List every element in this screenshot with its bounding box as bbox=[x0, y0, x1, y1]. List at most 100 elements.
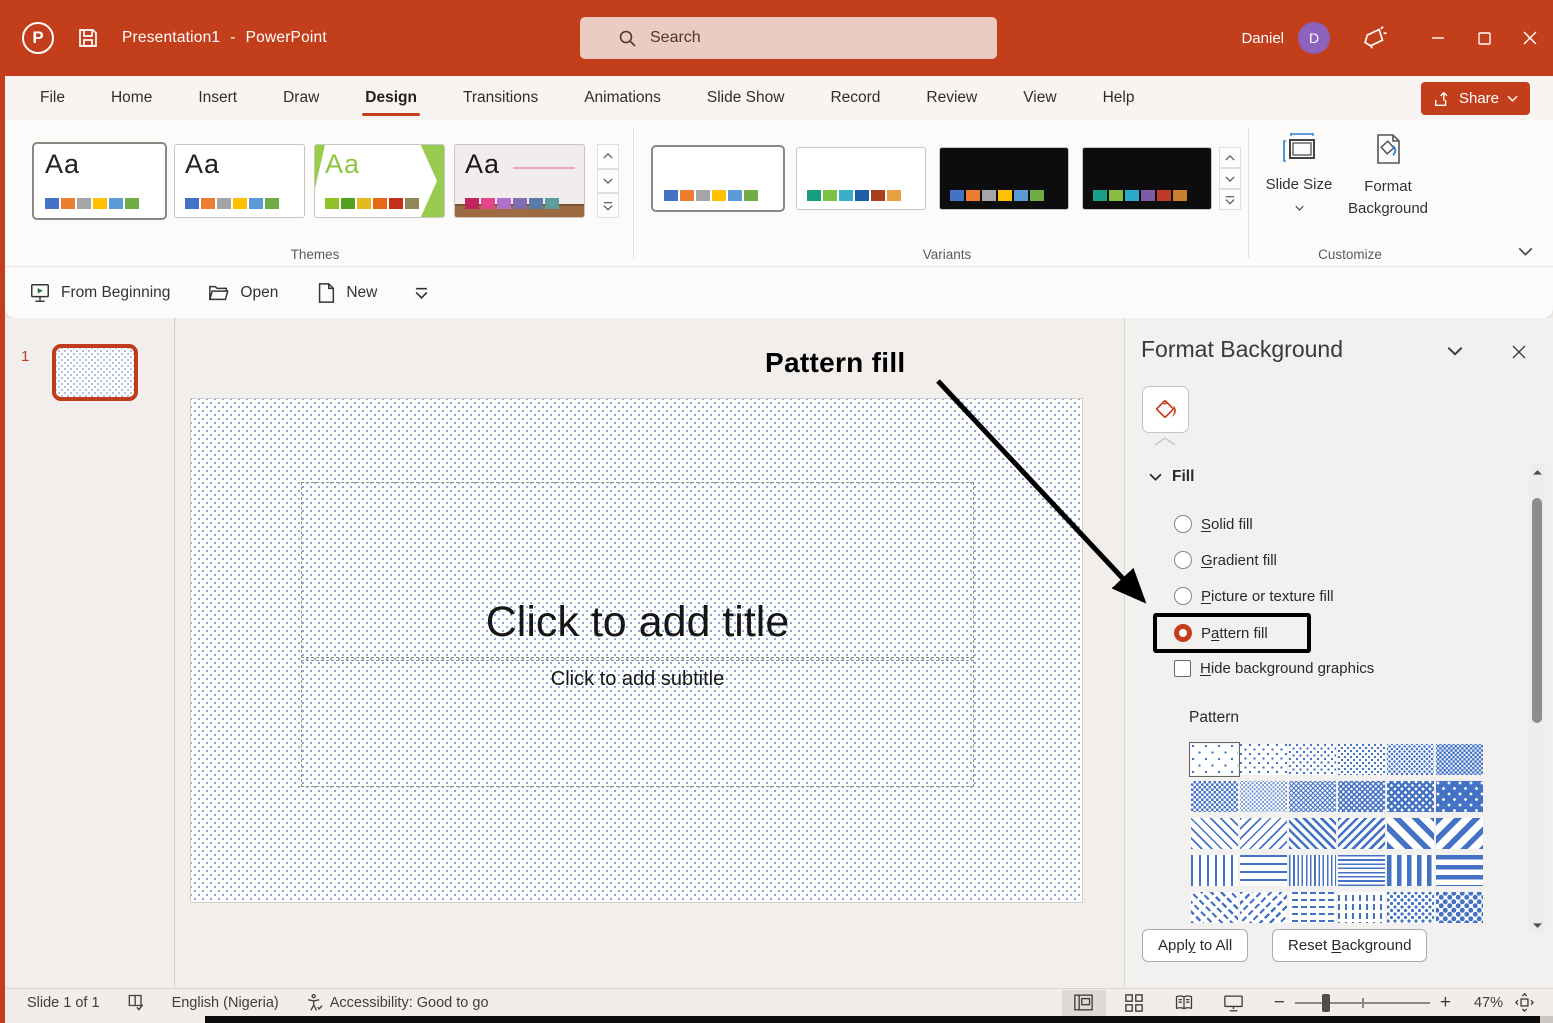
reset-background-button[interactable]: Reset Background bbox=[1272, 929, 1427, 962]
pattern-swatch-80-[interactable] bbox=[1387, 781, 1434, 812]
pattern-swatch-50-[interactable] bbox=[1191, 781, 1238, 812]
pattern-swatch-70-[interactable] bbox=[1289, 781, 1336, 812]
from-beginning-button[interactable]: From Beginning bbox=[29, 282, 170, 304]
share-button[interactable]: Share bbox=[1421, 82, 1530, 115]
format-background-button[interactable]: Format Background bbox=[1337, 132, 1439, 220]
variant-thumbnail-1[interactable] bbox=[653, 147, 783, 210]
accessibility-status[interactable]: Accessibility: Good to go bbox=[305, 993, 489, 1012]
theme-thumbnail-1[interactable]: Aa bbox=[34, 144, 165, 218]
pattern-swatch-light-upward-diagonal[interactable] bbox=[1240, 818, 1287, 849]
tab-help[interactable]: Help bbox=[1080, 76, 1158, 120]
variant-thumbnail-3[interactable] bbox=[939, 147, 1069, 210]
tab-view[interactable]: View bbox=[1000, 76, 1079, 120]
title-placeholder[interactable]: Click to add title bbox=[301, 482, 974, 658]
tab-home[interactable]: Home bbox=[88, 76, 175, 120]
pattern-swatch-90-[interactable] bbox=[1436, 781, 1483, 812]
tab-transitions[interactable]: Transitions bbox=[440, 76, 561, 120]
gallery-scroll-up-icon[interactable] bbox=[1219, 147, 1241, 168]
new-button[interactable]: New bbox=[316, 282, 377, 304]
pattern-swatch-light-vertical[interactable] bbox=[1191, 855, 1238, 886]
pattern-swatch-60-[interactable] bbox=[1240, 781, 1287, 812]
pattern-swatch-75-[interactable] bbox=[1338, 781, 1385, 812]
tab-record[interactable]: Record bbox=[807, 76, 903, 120]
gallery-scroll-down-icon[interactable] bbox=[597, 169, 619, 194]
feedback-icon[interactable] bbox=[1360, 25, 1387, 52]
pattern-swatch-dashed-downward-diagonal[interactable] bbox=[1191, 892, 1238, 923]
pattern-swatch-dark-horizontal[interactable] bbox=[1436, 855, 1483, 886]
pattern-swatch-narrow-vertical[interactable] bbox=[1289, 855, 1336, 886]
gallery-scroll-down-icon[interactable] bbox=[1219, 168, 1241, 189]
zoom-slider[interactable] bbox=[1295, 1002, 1430, 1004]
fill-option-solid-fill[interactable]: Solid fill bbox=[1174, 515, 1253, 533]
gallery-scroll-up-icon[interactable] bbox=[597, 144, 619, 169]
fill-option-gradient-fill[interactable]: Gradient fill bbox=[1174, 551, 1277, 569]
apply-to-all-button[interactable]: Apply to All bbox=[1142, 929, 1248, 962]
scroll-up-icon[interactable] bbox=[1529, 464, 1545, 480]
fit-slide-to-window-icon[interactable] bbox=[1509, 990, 1539, 1016]
powerpoint-icon[interactable]: P bbox=[22, 22, 54, 54]
fill-section-header[interactable]: Fill bbox=[1149, 468, 1194, 486]
zoom-in-icon[interactable]: + bbox=[1440, 993, 1451, 1012]
pattern-swatch-40-[interactable] bbox=[1436, 744, 1483, 775]
search-box[interactable]: Search bbox=[580, 17, 997, 59]
pattern-swatch-wide-downward-diagonal[interactable] bbox=[1387, 818, 1434, 849]
pattern-swatch-5-[interactable] bbox=[1191, 744, 1238, 775]
slide-canvas[interactable]: Click to add title Click to add subtitle bbox=[190, 398, 1083, 903]
open-button[interactable]: Open bbox=[208, 282, 278, 304]
theme-thumbnail-2[interactable]: Aa bbox=[174, 144, 305, 218]
zoom-out-icon[interactable]: − bbox=[1274, 993, 1285, 1012]
tab-slide-show[interactable]: Slide Show bbox=[684, 76, 808, 120]
zoom-level[interactable]: 47% bbox=[1461, 995, 1503, 1011]
tab-animations[interactable]: Animations bbox=[561, 76, 684, 120]
slide-thumbnail[interactable] bbox=[52, 344, 138, 401]
language-indicator[interactable]: English (Nigeria) bbox=[172, 995, 279, 1011]
slide-sorter-view-button[interactable] bbox=[1112, 990, 1156, 1016]
user-avatar[interactable]: D bbox=[1298, 22, 1330, 54]
pattern-swatch-25-[interactable] bbox=[1338, 744, 1385, 775]
pattern-swatch-dashed-horizontal[interactable] bbox=[1289, 892, 1336, 923]
fill-option-picture-or-texture-fill[interactable]: Picture or texture fill bbox=[1174, 587, 1334, 605]
pattern-swatch-10-[interactable] bbox=[1240, 744, 1287, 775]
ribbon-collapse-icon[interactable] bbox=[1518, 247, 1533, 256]
close-button[interactable] bbox=[1507, 0, 1553, 76]
normal-view-button[interactable] bbox=[1062, 990, 1106, 1016]
user-name[interactable]: Daniel bbox=[1241, 30, 1284, 47]
zoom-slider-thumb[interactable] bbox=[1322, 994, 1330, 1012]
scrollbar-thumb[interactable] bbox=[1532, 498, 1542, 723]
pattern-swatch-dashed-vertical[interactable] bbox=[1338, 892, 1385, 923]
reading-view-button[interactable] bbox=[1162, 990, 1206, 1016]
slide-size-button[interactable]: Slide Size bbox=[1263, 132, 1335, 218]
pattern-swatch-dark-vertical[interactable] bbox=[1387, 855, 1434, 886]
pattern-swatch-dark-upward-diagonal[interactable] bbox=[1338, 818, 1385, 849]
scroll-down-icon[interactable] bbox=[1529, 918, 1545, 934]
pattern-swatch-dark-downward-diagonal[interactable] bbox=[1289, 818, 1336, 849]
slideshow-view-button[interactable] bbox=[1212, 990, 1256, 1016]
tab-review[interactable]: Review bbox=[903, 76, 1000, 120]
theme-thumbnail-4[interactable]: Aa bbox=[454, 144, 585, 218]
pattern-swatch-narrow-horizontal[interactable] bbox=[1338, 855, 1385, 886]
pattern-swatch-dashed-upward-diagonal[interactable] bbox=[1240, 892, 1287, 923]
pattern-swatch-small-confetti[interactable] bbox=[1387, 892, 1434, 923]
variant-thumbnail-2[interactable] bbox=[796, 147, 926, 210]
pattern-swatch-light-horizontal[interactable] bbox=[1240, 855, 1287, 886]
toolbar-more-icon[interactable] bbox=[415, 287, 428, 299]
variant-thumbnail-4[interactable] bbox=[1082, 147, 1212, 210]
pattern-swatch-light-downward-diagonal[interactable] bbox=[1191, 818, 1238, 849]
radio-picture-or-texture-fill[interactable] bbox=[1174, 587, 1192, 605]
tab-insert[interactable]: Insert bbox=[175, 76, 260, 120]
gallery-more-icon[interactable] bbox=[1219, 189, 1241, 210]
gallery-more-icon[interactable] bbox=[597, 193, 619, 218]
hide-background-graphics-option[interactable]: Hide background graphics bbox=[1174, 660, 1374, 677]
tab-file[interactable]: File bbox=[17, 76, 88, 120]
hide-background-graphics-checkbox[interactable] bbox=[1174, 660, 1191, 677]
panel-collapse-icon[interactable] bbox=[1447, 346, 1463, 356]
pattern-swatch-large-confetti[interactable] bbox=[1436, 892, 1483, 923]
radio-pattern-fill[interactable] bbox=[1174, 624, 1192, 642]
pattern-swatch-20-[interactable] bbox=[1289, 744, 1336, 775]
save-icon[interactable] bbox=[76, 26, 100, 50]
theme-thumbnail-3[interactable]: Aa bbox=[314, 144, 445, 218]
panel-scrollbar[interactable] bbox=[1529, 464, 1545, 934]
pattern-swatch-wide-upward-diagonal[interactable] bbox=[1436, 818, 1483, 849]
tab-design[interactable]: Design bbox=[342, 76, 440, 120]
radio-gradient-fill[interactable] bbox=[1174, 551, 1192, 569]
